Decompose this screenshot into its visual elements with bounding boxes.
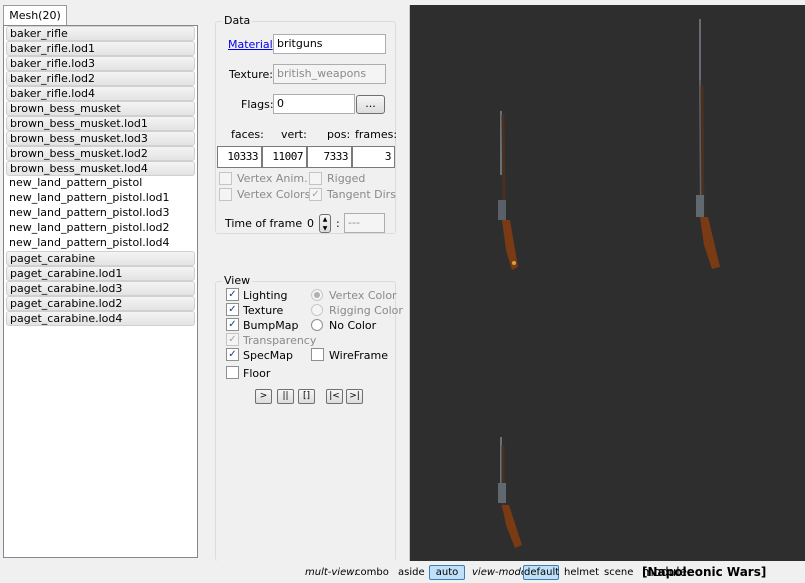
- specmap-checkbox[interactable]: ✓: [226, 348, 239, 361]
- scene-option[interactable]: scene: [604, 562, 633, 583]
- mesh-list-item[interactable]: baker_rifle.lod2: [6, 71, 195, 86]
- view-group-title: View: [222, 274, 253, 287]
- mesh-list-item[interactable]: paget_carabine.lod2: [6, 296, 195, 311]
- mesh-list-item[interactable]: brown_bess_musket.lod1: [6, 116, 195, 131]
- bumpmap-checkbox[interactable]: ✓: [226, 318, 239, 331]
- mesh-list[interactable]: baker_rifle baker_rifle.lod1 baker_rifle.l…: [3, 25, 198, 558]
- mesh-list-item[interactable]: paget_carabine.lod1: [6, 266, 195, 281]
- texture-label: Texture:: [229, 68, 273, 81]
- status-bar: mult-view: combo aside auto view-mode: d…: [300, 562, 805, 583]
- mesh-list-item[interactable]: brown_bess_musket: [6, 101, 195, 116]
- multiview-label: mult-view:: [305, 567, 358, 578]
- time-separator: :: [336, 217, 340, 230]
- mesh-list-item[interactable]: baker_rifle.lod1: [6, 41, 195, 56]
- lighting-label: Lighting: [243, 289, 288, 302]
- material-input[interactable]: britguns: [273, 34, 386, 54]
- viewmode-label: view-mode:: [472, 567, 531, 578]
- flags-browse-button[interactable]: ...: [356, 95, 385, 114]
- frames-count: 3: [352, 146, 395, 168]
- rigging-color-label: Rigging Color: [329, 304, 403, 317]
- no-color-radio[interactable]: [311, 319, 323, 331]
- vertex-colors-label: Vertex Colors: [237, 188, 311, 201]
- no-color-label: No Color: [329, 319, 377, 332]
- flags-label: Flags:: [241, 98, 274, 111]
- mesh-list-item[interactable]: brown_bess_musket.lod2: [6, 146, 195, 161]
- material-link[interactable]: Material: [228, 38, 273, 51]
- mesh-list-item[interactable]: baker_rifle.lod3: [6, 56, 195, 71]
- mesh-list-item[interactable]: baker_rifle.lod4: [6, 86, 195, 101]
- pause-button[interactable]: ||: [277, 389, 294, 404]
- vertex-color-label: Vertex Color: [329, 289, 397, 302]
- texture-checkbox[interactable]: ✓: [226, 303, 239, 316]
- wireframe-checkbox[interactable]: [311, 348, 324, 361]
- mesh-list-item[interactable]: brown_bess_musket.lod3: [6, 131, 195, 146]
- mesh-list-item[interactable]: new_land_pattern_pistol: [6, 176, 195, 191]
- pos-header: pos:: [327, 128, 351, 141]
- texture-input: british_weapons: [273, 64, 386, 84]
- rifle-model-1: [498, 111, 518, 270]
- vertex-colors-checkbox: [219, 188, 232, 201]
- properties-panel: Data Material: britguns Texture: british…: [213, 5, 410, 561]
- texture-view-label: Texture: [243, 304, 284, 317]
- frames-header: frames:: [355, 128, 398, 141]
- mesh-list-item[interactable]: paget_carabine.lod3: [6, 281, 195, 296]
- default-button[interactable]: default: [523, 565, 559, 580]
- flags-input[interactable]: 0: [273, 94, 355, 114]
- rigged-checkbox: [309, 172, 322, 185]
- stop-button[interactable]: []: [298, 389, 315, 404]
- vertex-color-radio: [311, 289, 323, 301]
- faces-header: faces:: [231, 128, 264, 141]
- time-of-frame-label: Time of frame: [225, 217, 303, 230]
- mesh-list-item[interactable]: paget_carabine: [6, 251, 195, 266]
- transparency-label: Transparency: [243, 334, 317, 347]
- rigged-label: Rigged: [327, 172, 366, 185]
- lighting-checkbox[interactable]: ✓: [226, 288, 239, 301]
- vert-count: 11007: [262, 146, 307, 168]
- auto-button[interactable]: auto: [429, 565, 465, 580]
- mesh-list-item[interactable]: new_land_pattern_pistol.lod1: [6, 191, 195, 206]
- time-right-input: ---: [344, 213, 385, 233]
- tangent-dirs-checkbox: ✓: [309, 188, 322, 201]
- 3d-viewport[interactable]: [410, 5, 805, 561]
- floor-checkbox[interactable]: [226, 366, 239, 379]
- mesh-list-item[interactable]: new_land_pattern_pistol.lod3: [6, 206, 195, 221]
- data-group-title: Data: [222, 14, 253, 27]
- vertex-anim-label: Vertex Anim.: [237, 172, 308, 185]
- faces-count: 10333: [217, 146, 262, 168]
- material-label-wrap: Material:: [228, 38, 276, 51]
- rigging-color-radio: [311, 304, 323, 316]
- transparency-checkbox: ✓: [226, 333, 239, 346]
- tangent-dirs-label: Tangent Dirs: [327, 188, 396, 201]
- play-button[interactable]: >: [255, 389, 272, 404]
- module-indicator: module: [Napoleonic Wars]: [642, 562, 766, 583]
- module-label: module:: [642, 565, 692, 579]
- vert-header: vert:: [281, 128, 307, 141]
- mesh-list-item[interactable]: paget_carabine.lod4: [6, 311, 195, 326]
- floor-label: Floor: [243, 367, 271, 380]
- vertex-anim-checkbox: [219, 172, 232, 185]
- time-spinner[interactable]: ▲ ▼: [319, 214, 331, 233]
- aside-option[interactable]: aside: [398, 562, 425, 583]
- bumpmap-label: BumpMap: [243, 319, 299, 332]
- helmet-option[interactable]: helmet: [564, 562, 599, 583]
- tab-mesh[interactable]: Mesh(20): [3, 5, 67, 26]
- mesh-list-item[interactable]: new_land_pattern_pistol.lod4: [6, 236, 195, 251]
- mesh-list-item[interactable]: new_land_pattern_pistol.lod2: [6, 221, 195, 236]
- first-frame-button[interactable]: |<: [326, 389, 343, 404]
- time-of-frame-input[interactable]: 0: [292, 214, 319, 234]
- mesh-list-item[interactable]: brown_bess_musket.lod4: [6, 161, 195, 176]
- wireframe-label: WireFrame: [329, 349, 389, 362]
- rifle-model-3: [498, 437, 522, 548]
- specmap-label: SpecMap: [243, 349, 293, 362]
- combo-option[interactable]: combo: [355, 562, 389, 583]
- last-frame-button[interactable]: >|: [346, 389, 363, 404]
- mesh-list-item[interactable]: baker_rifle: [6, 26, 195, 41]
- rifle-model-2: [696, 19, 720, 269]
- pos-count: 7333: [307, 146, 352, 168]
- viewport-canvas: [498, 19, 720, 548]
